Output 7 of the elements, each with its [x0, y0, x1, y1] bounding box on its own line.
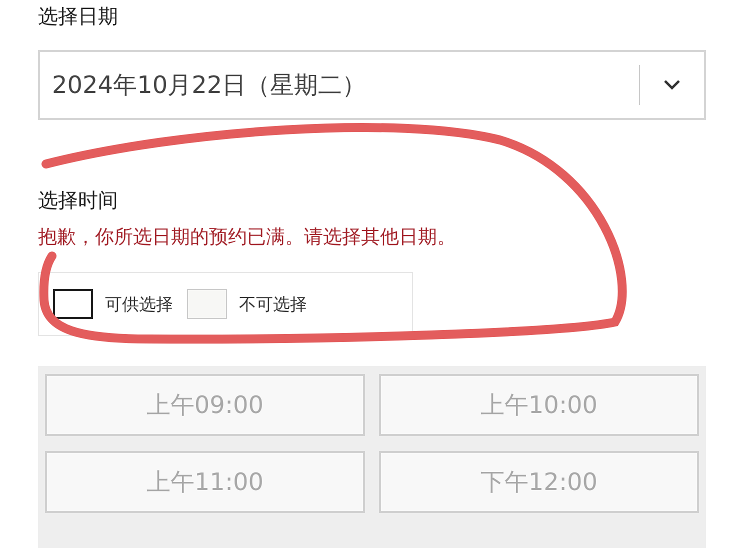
legend-label: 不可选择: [239, 294, 307, 316]
date-select[interactable]: 2024年10月22日（星期二）: [38, 50, 706, 120]
section-label: 选择日期: [38, 3, 119, 30]
chevron-down-icon: [662, 79, 682, 91]
legend-label: 可供选择: [105, 294, 173, 316]
error-message: 抱歉，你所选日期的预约已满。请选择其他日期。: [38, 225, 457, 250]
section-label: 选择时间: [38, 187, 119, 214]
